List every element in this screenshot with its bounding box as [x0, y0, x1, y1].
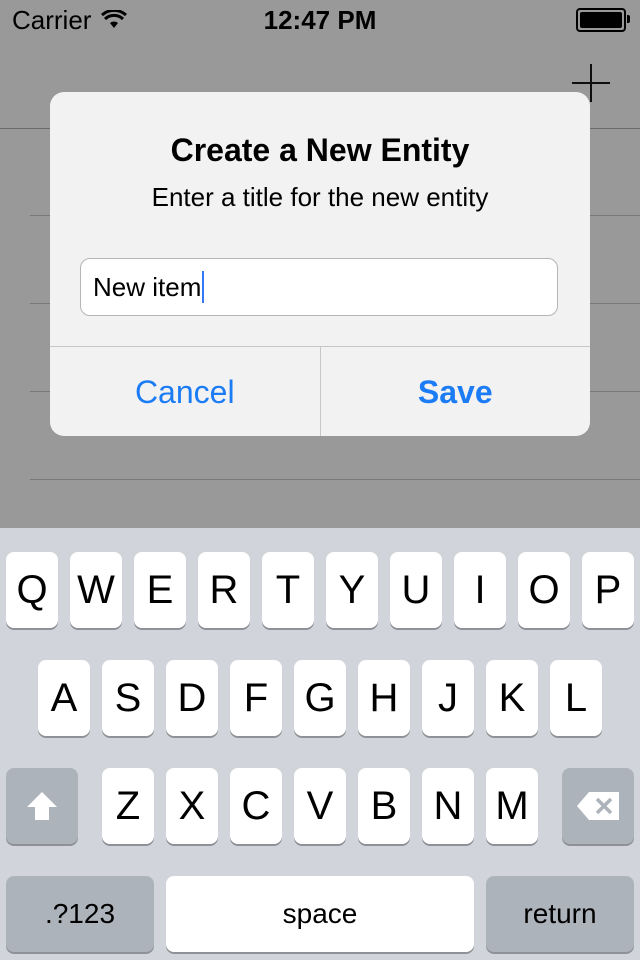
space-key-label: space: [282, 898, 358, 929]
key-z[interactable]: Z: [102, 768, 154, 844]
return-key-label: return: [523, 898, 597, 929]
key-e[interactable]: E: [134, 552, 186, 628]
status-time: 12:47 PM: [263, 5, 377, 35]
keyboard: Q W E R T Y U I O P A S D F G H J K L Z …: [0, 528, 640, 960]
title-input[interactable]: New item: [80, 258, 558, 316]
alert-title: Create a New Entity: [170, 132, 470, 168]
cancel-button[interactable]: Cancel: [50, 347, 320, 436]
shift-icon: [27, 792, 57, 820]
key-y[interactable]: Y: [326, 552, 378, 628]
key-k[interactable]: K: [486, 660, 538, 736]
key-a[interactable]: A: [38, 660, 90, 736]
numbers-key-label: .?123: [44, 898, 116, 929]
title-input-value: New item: [93, 271, 202, 302]
key-x[interactable]: X: [166, 768, 218, 844]
key-v[interactable]: V: [294, 768, 346, 844]
key-f[interactable]: F: [230, 660, 282, 736]
key-p[interactable]: P: [582, 552, 634, 628]
key-u[interactable]: U: [390, 552, 442, 628]
shift-key[interactable]: [6, 768, 78, 844]
key-j[interactable]: J: [422, 660, 474, 736]
key-q[interactable]: Q: [6, 552, 58, 628]
key-w[interactable]: W: [70, 552, 122, 628]
key-c[interactable]: C: [230, 768, 282, 844]
key-d[interactable]: D: [166, 660, 218, 736]
key-l[interactable]: L: [550, 660, 602, 736]
key-h[interactable]: H: [358, 660, 410, 736]
alert-message: Enter a title for the new entity: [151, 182, 489, 212]
numbers-key[interactable]: .?123: [6, 876, 154, 952]
key-i[interactable]: I: [454, 552, 506, 628]
key-t[interactable]: T: [262, 552, 314, 628]
key-n[interactable]: N: [422, 768, 474, 844]
delete-key[interactable]: [562, 768, 634, 844]
key-m[interactable]: M: [486, 768, 538, 844]
key-b[interactable]: B: [358, 768, 410, 844]
key-s[interactable]: S: [102, 660, 154, 736]
key-g[interactable]: G: [294, 660, 346, 736]
key-o[interactable]: O: [518, 552, 570, 628]
text-caret: [202, 271, 205, 303]
space-key[interactable]: space: [166, 876, 474, 952]
save-button[interactable]: Save: [319, 347, 591, 436]
return-key[interactable]: return: [486, 876, 634, 952]
alert-buttons: Cancel Save: [50, 346, 590, 436]
key-r[interactable]: R: [198, 552, 250, 628]
alert-dialog: Create a New Entity Enter a title for th…: [50, 92, 590, 436]
delete-icon: [577, 792, 619, 820]
